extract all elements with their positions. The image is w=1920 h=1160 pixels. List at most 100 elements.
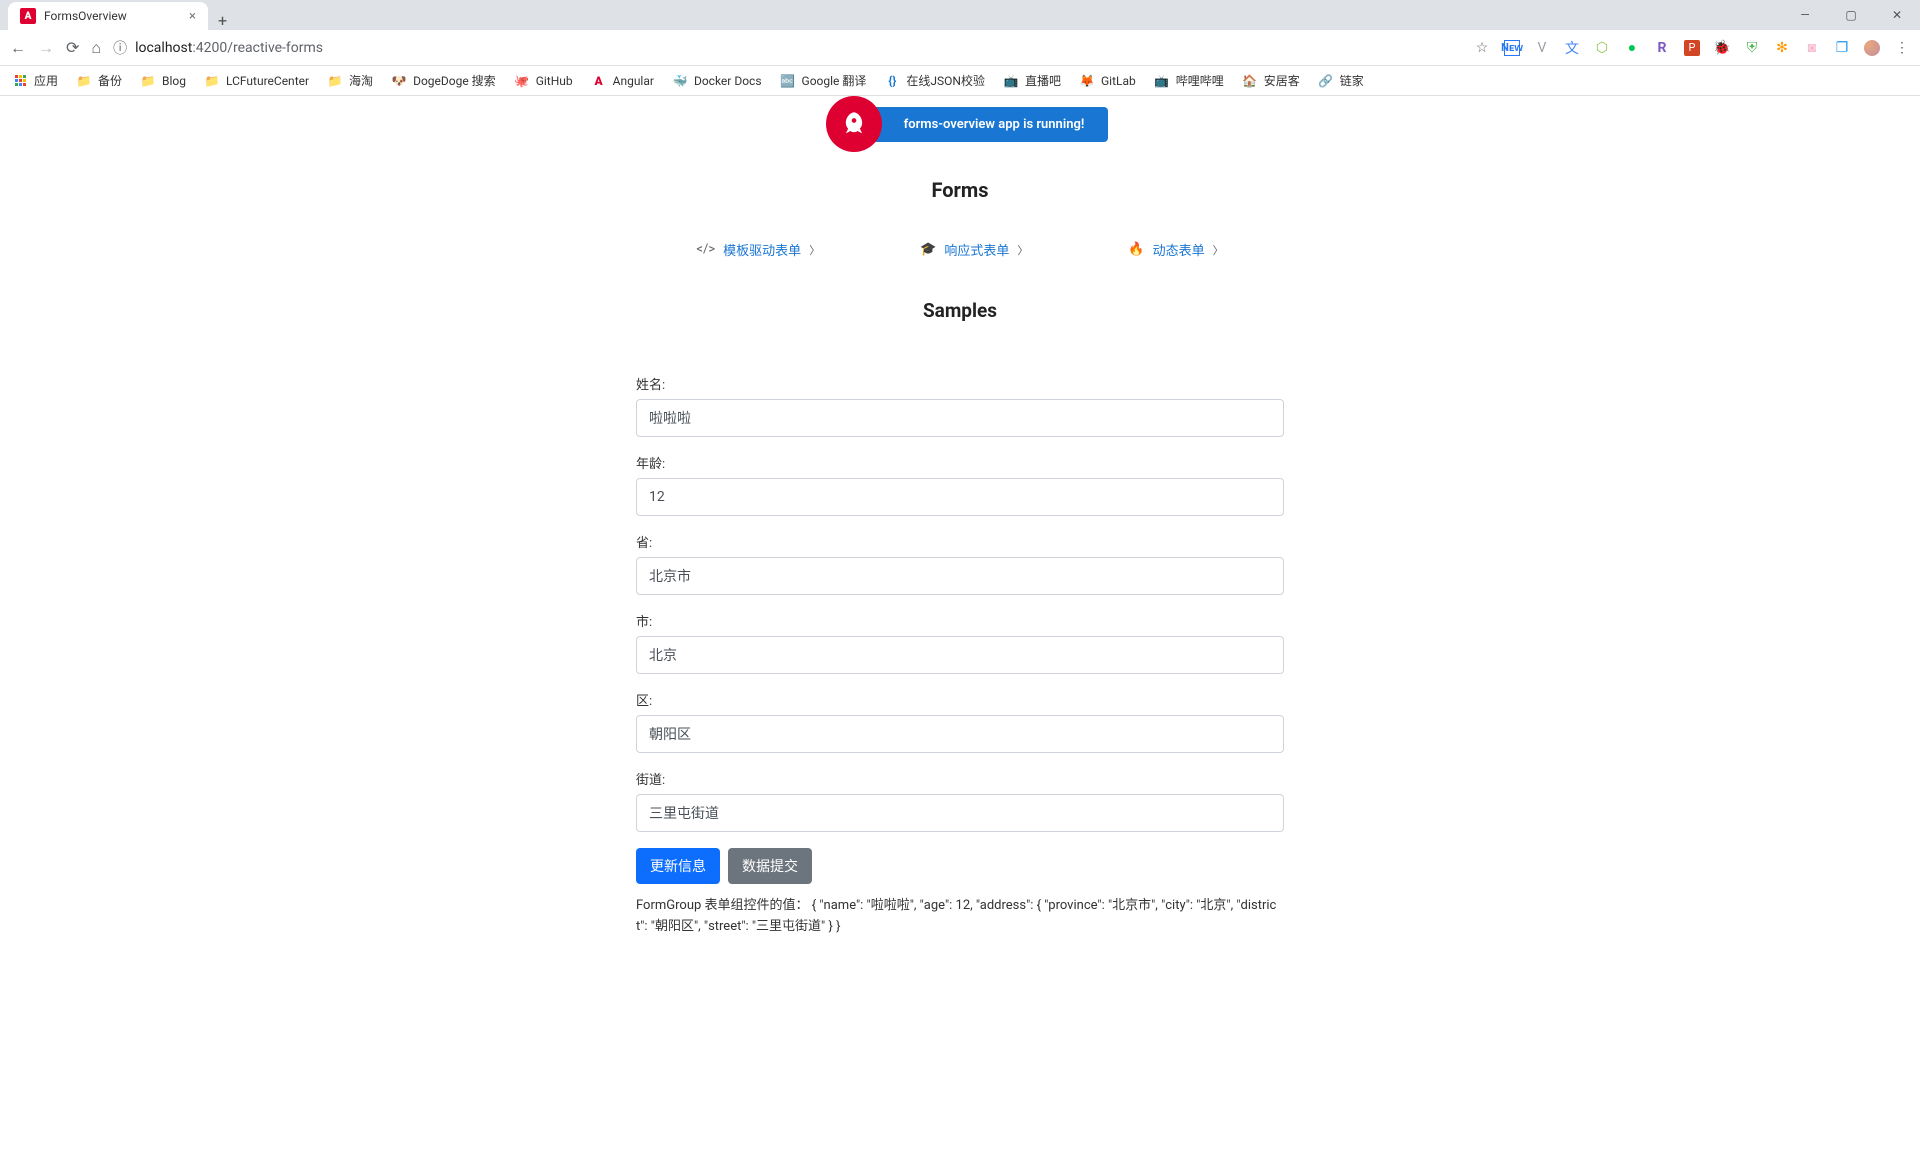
site-info-icon[interactable]: ⓘ: [113, 38, 127, 58]
forward-button[interactable]: →: [38, 38, 54, 58]
url-path: /reactive-forms: [227, 40, 323, 56]
bookmark-label: 直播吧: [1025, 72, 1061, 89]
rocket-icon: [826, 96, 882, 152]
sample-form: 姓名: 年龄: 省: 市: 区: 街道: 更新信息 数据提交 FormGro: [636, 374, 1284, 938]
bookmark-Angular[interactable]: AAngular: [591, 73, 654, 89]
close-window-icon[interactable]: ✕: [1874, 0, 1920, 30]
bookmark-海淘[interactable]: 📁海淘: [327, 72, 373, 89]
ext-shield-icon[interactable]: ⛨: [1744, 40, 1760, 56]
code-icon: </>: [696, 242, 715, 257]
close-tab-icon[interactable]: ×: [189, 9, 196, 24]
province-label: 省:: [636, 532, 1284, 551]
bookmark-label: Google 翻译: [802, 72, 867, 89]
ext1-icon[interactable]: Nᴇᴡ: [1504, 40, 1520, 56]
bookmark-label: 应用: [34, 72, 58, 89]
ext-green-dot-icon[interactable]: ●: [1624, 40, 1640, 56]
tab-title: FormsOverview: [44, 9, 127, 23]
submit-button[interactable]: 数据提交: [728, 848, 812, 884]
chevron-right-icon: 〉: [1017, 242, 1028, 258]
bookmark-在线JSON校验[interactable]: {}在线JSON校验: [884, 72, 985, 89]
address-bar[interactable]: ⓘ localhost:4200/reactive-forms: [113, 38, 1462, 58]
fire-icon: 🔥: [1128, 242, 1144, 257]
name-label: 姓名:: [636, 374, 1284, 393]
form-type-nav: </>模板驱动表单〉🎓响应式表单〉🔥动态表单〉: [696, 240, 1223, 259]
bookmark-安居客[interactable]: 🏠安居客: [1242, 72, 1300, 89]
hero-running-pill: forms-overview app is running!: [868, 107, 1109, 142]
street-input[interactable]: [636, 794, 1284, 832]
home-button[interactable]: ⌂: [91, 38, 101, 58]
bookmark-label: Blog: [162, 74, 186, 88]
bookmark-label: Docker Docs: [694, 74, 762, 88]
forms-heading: Forms: [932, 178, 989, 202]
profile-avatar[interactable]: [1864, 40, 1880, 56]
bookmark-label: Angular: [613, 74, 654, 88]
age-input[interactable]: [636, 478, 1284, 516]
menu-icon[interactable]: ⋮: [1894, 40, 1910, 56]
chevron-right-icon: 〉: [1213, 242, 1224, 258]
chevron-right-icon: 〉: [809, 242, 820, 258]
school-icon: 🎓: [920, 242, 936, 257]
street-label: 街道:: [636, 769, 1284, 788]
minimize-icon[interactable]: —: [1782, 0, 1828, 30]
ext-bug-icon[interactable]: 🐞: [1714, 40, 1730, 56]
reload-button[interactable]: ⟳: [66, 38, 79, 57]
ext-translate-icon[interactable]: 文: [1564, 40, 1580, 56]
hero-banner: forms-overview app is running!: [0, 96, 1920, 152]
toolbar-right-icons: ☆ Nᴇᴡ V 文 ⬡ ● R P 🐞 ⛨ ✻ ◙ ❐ ⋮: [1474, 40, 1910, 56]
update-button[interactable]: 更新信息: [636, 848, 720, 884]
url-host: localhost: [135, 40, 192, 56]
bookmark-label: 在线JSON校验: [906, 72, 985, 89]
name-input[interactable]: [636, 399, 1284, 437]
back-button[interactable]: ←: [10, 38, 26, 58]
new-tab-button[interactable]: +: [208, 11, 237, 30]
browser-tab[interactable]: A FormsOverview ×: [8, 2, 208, 30]
bookmark-哔哩哔哩[interactable]: 📺哔哩哔哩: [1154, 72, 1224, 89]
bookmark-LCFutureCenter[interactable]: 📁LCFutureCenter: [204, 73, 309, 89]
browser-toolbar: ← → ⟳ ⌂ ⓘ localhost:4200/reactive-forms …: [0, 30, 1920, 66]
bookmark-直播吧[interactable]: 📺直播吧: [1003, 72, 1061, 89]
bookmark-DogeDoge 搜索[interactable]: 🐶DogeDoge 搜索: [391, 72, 496, 89]
nav-link-label: 响应式表单: [944, 240, 1009, 259]
bookmark-应用[interactable]: 应用: [12, 72, 58, 89]
bookmark-label: DogeDoge 搜索: [413, 72, 496, 89]
bookmark-label: GitLab: [1101, 74, 1136, 88]
page-content: forms-overview app is running! Forms </>…: [0, 96, 1920, 938]
ext-octo-icon[interactable]: ✻: [1774, 40, 1790, 56]
formgroup-value-dump: FormGroup 表单组控件的值： { "name": "啦啦啦", "age…: [636, 896, 1284, 938]
bookmark-label: 安居客: [1264, 72, 1300, 89]
bookmark-label: 海淘: [349, 72, 373, 89]
province-input[interactable]: [636, 557, 1284, 595]
nav-link-响应式表单[interactable]: 🎓 响应式表单〉: [920, 240, 1028, 259]
bookmark-GitHub[interactable]: 🐙GitHub: [514, 73, 573, 89]
ext-window-icon[interactable]: ❐: [1834, 40, 1850, 56]
ext-r-icon[interactable]: R: [1654, 40, 1670, 56]
ext-vue-icon[interactable]: V: [1534, 40, 1550, 56]
nav-link-模板驱动表单[interactable]: </> 模板驱动表单〉: [696, 240, 820, 259]
angular-favicon-icon: A: [20, 8, 36, 24]
bookmark-GitLab[interactable]: 🦊GitLab: [1079, 73, 1136, 89]
bookmark-label: 链家: [1340, 72, 1364, 89]
age-label: 年龄:: [636, 453, 1284, 472]
ext-ppt-icon[interactable]: P: [1684, 40, 1700, 56]
bookmark-Docker Docs[interactable]: 🐳Docker Docs: [672, 73, 762, 89]
ext-hex-icon[interactable]: ⬡: [1594, 40, 1610, 56]
district-input[interactable]: [636, 715, 1284, 753]
star-icon[interactable]: ☆: [1474, 40, 1490, 56]
bookmark-bar: 应用 📁备份 📁Blog 📁LCFutureCenter 📁海淘 🐶DogeDoge 搜索…: [0, 66, 1920, 96]
bookmark-label: 哔哩哔哩: [1176, 72, 1224, 89]
bookmark-Google 翻译[interactable]: 🔤Google 翻译: [780, 72, 867, 89]
district-label: 区:: [636, 690, 1284, 709]
maximize-icon[interactable]: ▢: [1828, 0, 1874, 30]
bookmark-label: 备份: [98, 72, 122, 89]
ext-pink-icon[interactable]: ◙: [1804, 40, 1820, 56]
dump-prefix: FormGroup 表单组控件的值：: [636, 898, 812, 913]
nav-link-动态表单[interactable]: 🔥动态表单〉: [1128, 240, 1223, 259]
bookmark-链家[interactable]: 🔗链家: [1318, 72, 1364, 89]
bookmark-备份[interactable]: 📁备份: [76, 72, 122, 89]
nav-link-label: 模板驱动表单: [723, 240, 801, 259]
bookmark-Blog[interactable]: 📁Blog: [140, 73, 186, 89]
bookmark-label: GitHub: [536, 74, 573, 88]
browser-tabbar: A FormsOverview × + — ▢ ✕: [0, 0, 1920, 30]
city-input[interactable]: [636, 636, 1284, 674]
bookmark-label: LCFutureCenter: [226, 74, 309, 88]
